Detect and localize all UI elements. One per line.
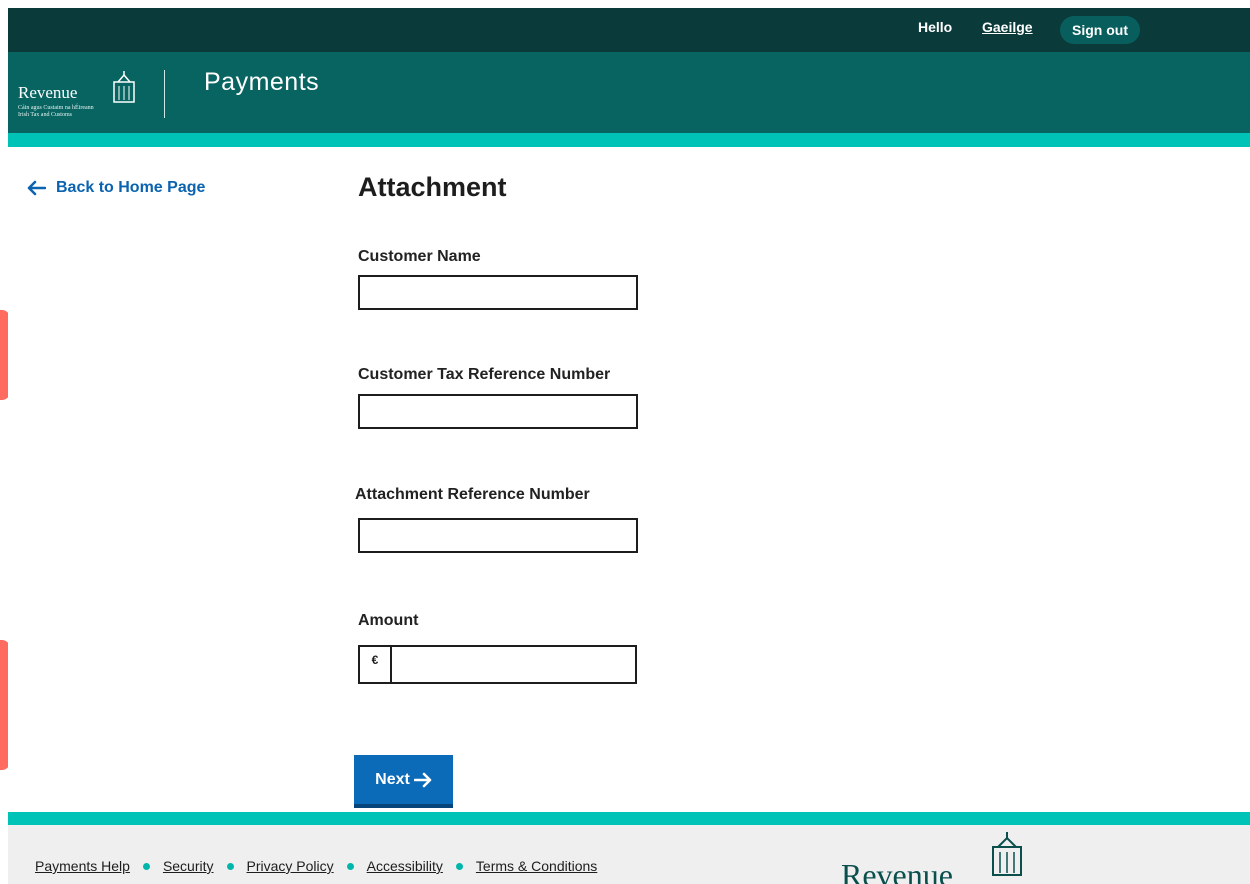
logo-subtitle-irish: Cáin agus Custaim na hÉireann	[18, 105, 94, 111]
footer-link-accessibility[interactable]: Accessibility	[367, 858, 443, 874]
footer-separator-dot	[455, 862, 463, 870]
revenue-logo[interactable]: Revenue Cáin agus Custaim na hÉireann Ir…	[18, 70, 158, 120]
page-title: Attachment	[358, 172, 507, 202]
attachment-ref-input[interactable]	[358, 518, 638, 553]
arrow-right-icon	[413, 772, 432, 787]
footer-link-terms[interactable]: Terms & Conditions	[476, 858, 597, 874]
arrow-left-icon	[27, 180, 46, 196]
tax-ref-input[interactable]	[358, 394, 638, 429]
site-footer: Payments Help Security Privacy Policy Ac…	[8, 825, 1250, 884]
harp-icon	[992, 832, 1022, 876]
logo-subtitle-english: Irish Tax and Customs	[18, 112, 72, 118]
harp-icon	[113, 71, 135, 103]
attachment-ref-label: Attachment Reference Number	[355, 486, 590, 503]
header-divider	[164, 70, 165, 118]
top-utility-bar: Hello Gaeilge Sign out	[8, 8, 1250, 52]
greeting-text: Hello	[918, 19, 953, 35]
footer-link-privacy-policy[interactable]: Privacy Policy	[247, 858, 334, 874]
customer-name-label: Customer Name	[358, 248, 481, 265]
next-button-label: Next	[375, 770, 410, 788]
logo-wordmark: Revenue	[18, 83, 78, 102]
site-header: Revenue Cáin agus Custaim na hÉireann Ir…	[8, 52, 1250, 133]
currency-prefix: €	[360, 647, 392, 682]
app-window: Hello Gaeilge Sign out Revenue Cáin agus…	[8, 8, 1250, 884]
amount-field: €	[358, 645, 637, 684]
tax-ref-label: Customer Tax Reference Number	[358, 366, 611, 383]
customer-name-input[interactable]	[358, 275, 638, 310]
next-button[interactable]: Next	[354, 755, 453, 808]
back-link-label: Back to Home Page	[56, 179, 206, 196]
footer-links: Payments Help Security Privacy Policy Ac…	[35, 858, 597, 874]
amount-label: Amount	[358, 612, 419, 629]
footer-link-security[interactable]: Security	[163, 858, 214, 874]
page-section-title: Payments	[204, 68, 320, 96]
amount-input[interactable]	[392, 647, 635, 682]
footer-link-payments-help[interactable]: Payments Help	[35, 858, 130, 874]
footer-separator-dot	[226, 862, 234, 870]
footer-revenue-logo: Revenue	[841, 831, 1022, 884]
footer-logo-wordmark: Revenue	[841, 857, 953, 884]
header-accent-band	[8, 133, 1250, 147]
footer-separator-dot	[142, 862, 150, 870]
sign-out-button[interactable]: Sign out	[1060, 16, 1140, 44]
footer-accent-band	[8, 812, 1250, 825]
footer-separator-dot	[346, 862, 354, 870]
language-link[interactable]: Gaeilge	[982, 19, 1033, 35]
back-to-home-link[interactable]: Back to Home Page	[26, 179, 205, 197]
